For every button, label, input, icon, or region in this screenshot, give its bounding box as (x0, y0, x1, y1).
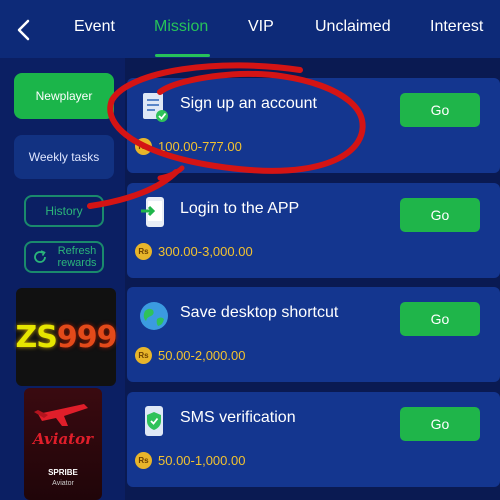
rupee-coin-icon: Rs (135, 243, 152, 260)
airplane-icon (34, 404, 88, 426)
tab-interest[interactable]: Interest (430, 18, 483, 36)
sidebar: Newplayer Weekly tasks History Refresh r… (0, 58, 125, 500)
go-button[interactable]: Go (400, 93, 480, 127)
task-title: SMS verification (180, 409, 296, 426)
refresh-label-line1: Refresh (57, 245, 97, 257)
aviator-game-banner[interactable]: Aviator SPRIBE Aviator (24, 388, 102, 500)
zs999-promo-banner[interactable]: ZS 999 (15, 288, 118, 386)
spribe-label: SPRIBE (48, 468, 78, 477)
tab-mission[interactable]: Mission (154, 18, 208, 36)
go-button[interactable]: Go (400, 198, 480, 232)
aviator-logo-text: Aviator (33, 430, 93, 448)
go-button[interactable]: Go (400, 407, 480, 441)
history-button[interactable]: History (24, 195, 104, 227)
tab-vip[interactable]: VIP (248, 18, 274, 36)
shield-icon (145, 406, 163, 436)
sidebar-item-newplayer[interactable]: Newplayer (14, 73, 114, 119)
refresh-label-line2: rewards (57, 257, 97, 269)
task-title: Save desktop shortcut (180, 304, 339, 321)
zs999-logo-999: 999 (56, 319, 118, 355)
go-button[interactable]: Go (400, 302, 480, 336)
task-card-login-app: Login to the APP Rs 300.00-3,000.00 Go (127, 183, 500, 278)
zs999-logo-zs: ZS (15, 319, 58, 355)
phone-login-icon (141, 197, 164, 227)
globe-icon (140, 302, 168, 330)
chevron-left-icon (17, 19, 30, 41)
task-title: Sign up an account (180, 95, 317, 112)
aviator-caption: Aviator (52, 480, 74, 487)
task-card-desktop-shortcut: Save desktop shortcut Rs 50.00-2,000.00 … (127, 287, 500, 382)
top-tab-bar: Event Mission VIP Unclaimed Interest (0, 0, 500, 58)
refresh-label: Refresh rewards (52, 245, 102, 269)
task-card-sms-verification: SMS verification Rs 50.00-1,000.00 Go (127, 392, 500, 487)
active-tab-indicator (155, 54, 210, 57)
task-title: Login to the APP (180, 200, 300, 217)
tab-unclaimed[interactable]: Unclaimed (315, 18, 391, 36)
rupee-coin-icon: Rs (135, 138, 152, 155)
task-card-sign-up: Sign up an account Rs 100.00-777.00 Go (127, 78, 500, 173)
sidebar-item-weekly-tasks[interactable]: Weekly tasks (14, 135, 114, 179)
back-button[interactable] (10, 16, 38, 44)
document-check-icon (143, 93, 168, 122)
task-reward: 50.00-1,000.00 (158, 453, 246, 468)
refresh-rewards-button[interactable]: Refresh rewards (24, 241, 104, 273)
rupee-coin-icon: Rs (135, 452, 152, 469)
refresh-icon (34, 250, 46, 263)
task-reward: 100.00-777.00 (158, 139, 242, 154)
tab-event[interactable]: Event (74, 18, 115, 36)
task-reward: 50.00-2,000.00 (158, 348, 246, 363)
task-reward: 300.00-3,000.00 (158, 244, 253, 259)
rupee-coin-icon: Rs (135, 347, 152, 364)
